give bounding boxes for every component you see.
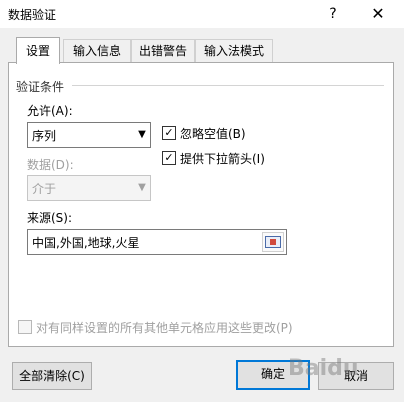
allow-label: 允许(A):	[27, 104, 73, 118]
chevron-down-icon[interactable]: ▼	[134, 176, 150, 200]
watermark: Baidu	[288, 356, 359, 381]
tab-settings[interactable]: 设置	[16, 37, 60, 64]
data-select-value: 介于	[32, 182, 57, 196]
in-cell-dropdown-checkbox[interactable]: ✓	[162, 151, 176, 165]
title-bar: 数据验证 ? ✕	[0, 0, 404, 28]
group-divider	[72, 85, 384, 86]
data-select[interactable]: 介于 ▼	[27, 175, 151, 201]
source-label: 来源(S):	[27, 211, 73, 225]
chevron-down-icon[interactable]: ▼	[134, 123, 150, 147]
tab-input-message[interactable]: 输入信息	[63, 39, 131, 63]
ignore-blank-label: 忽略空值(B)	[180, 127, 246, 141]
source-input[interactable]: 中国,外国,地球,火星	[27, 229, 287, 255]
data-label: 数据(D):	[27, 158, 74, 172]
help-button[interactable]: ?	[322, 4, 344, 24]
source-input-value: 中国,外国,地球,火星	[32, 236, 140, 250]
tab-ime-mode[interactable]: 输入法模式	[195, 39, 273, 63]
range-selector-button[interactable]	[262, 232, 284, 252]
dialog-title: 数据验证	[8, 8, 57, 22]
data-validation-dialog: 数据验证 ? ✕ 设置 输入信息 出错警告 输入法模式 验证条件 允许(A): …	[0, 0, 404, 402]
close-button[interactable]: ✕	[366, 3, 390, 25]
clear-all-button[interactable]: 全部清除(C)	[12, 362, 92, 390]
apply-all-label: 对有同样设置的所有其他单元格应用这些更改(P)	[36, 321, 293, 335]
allow-select[interactable]: 序列 ▼	[27, 122, 151, 148]
tab-error-alert[interactable]: 出错警告	[131, 39, 195, 63]
validation-criteria-title: 验证条件	[16, 80, 65, 94]
in-cell-dropdown-label: 提供下拉箭头(I)	[180, 152, 265, 166]
ignore-blank-checkbox[interactable]: ✓	[162, 126, 176, 140]
apply-all-checkbox[interactable]	[18, 320, 32, 334]
range-select-icon	[265, 236, 281, 248]
allow-select-value: 序列	[32, 129, 57, 143]
